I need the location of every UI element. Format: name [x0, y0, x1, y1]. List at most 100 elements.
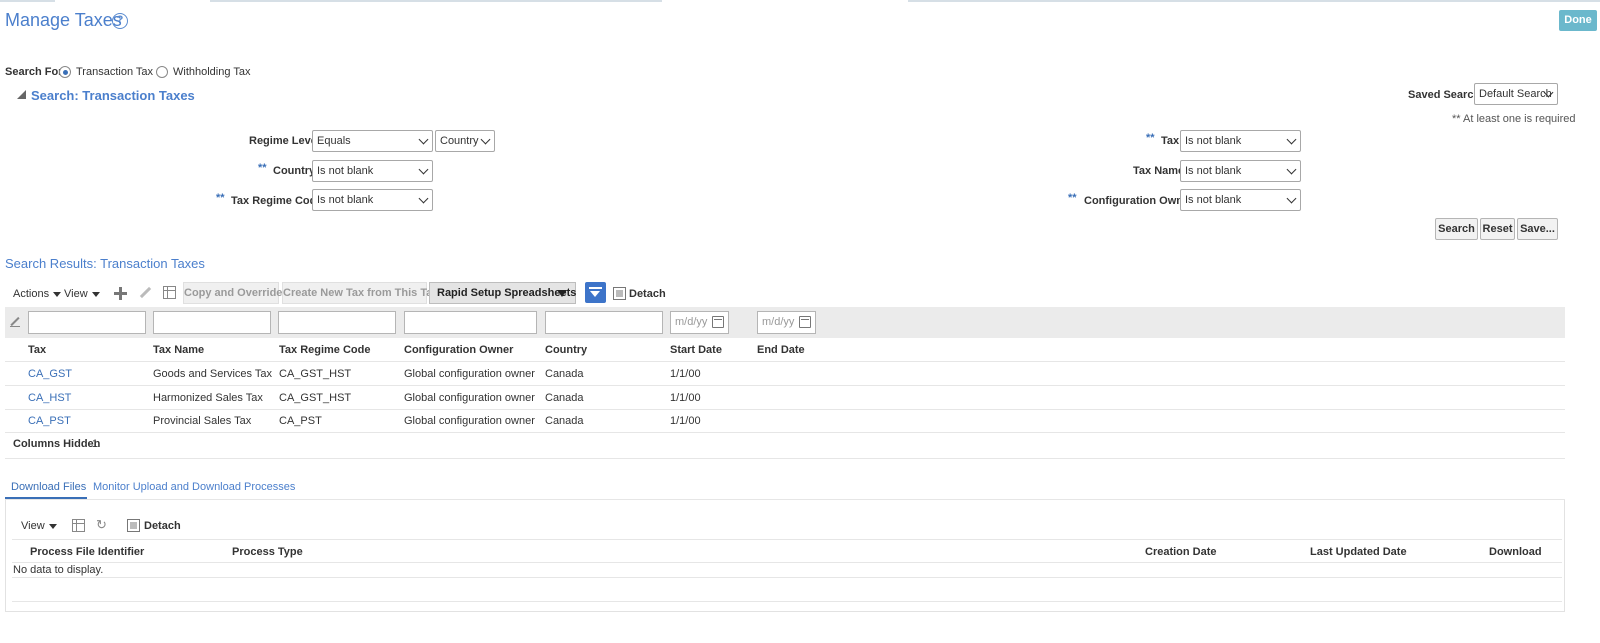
table-cell: CA_PST — [279, 415, 322, 427]
tab-monitor-processes[interactable]: Monitor Upload and Download Processes — [93, 481, 295, 493]
table-cell: CA_GST_HST — [279, 368, 352, 380]
withholding-tax-radio[interactable] — [156, 66, 168, 78]
freeze-columns-icon[interactable] — [163, 286, 176, 299]
column-header-start-date[interactable]: Start Date — [670, 344, 722, 356]
view-menu[interactable]: View — [64, 288, 100, 300]
row-divider — [5, 409, 1565, 410]
table-cell: Goods and Services Tax — [153, 368, 273, 380]
page-title: Manage Taxes — [5, 10, 122, 30]
help-icon[interactable]: ? — [112, 13, 128, 29]
start-date-filter-input[interactable]: m/d/yy — [670, 311, 729, 334]
query-by-example-icon[interactable] — [585, 282, 606, 303]
refresh-icon[interactable]: ↻ — [96, 517, 107, 533]
row-divider — [12, 601, 1562, 602]
table-cell: 1/1/00 — [670, 368, 701, 380]
files-detach-button[interactable]: Detach — [144, 520, 181, 532]
tax-link-ca-hst[interactable]: CA_HST — [28, 392, 71, 404]
toolbar-divider — [12, 539, 1562, 540]
table-cell: CA_GST_HST — [279, 392, 352, 404]
tax-name-operator-select[interactable]: Is not blank — [1180, 160, 1301, 182]
table-cell: Global configuration owner — [404, 392, 535, 404]
country-filter-input[interactable] — [545, 311, 663, 334]
saved-search-select[interactable]: Default Search — [1474, 83, 1558, 105]
country-label: Country — [273, 165, 316, 177]
edit-pencil-icon[interactable] — [138, 286, 152, 300]
files-view-menu[interactable]: View — [21, 520, 57, 532]
tax-name-operator-value: Is not blank — [1185, 165, 1242, 177]
configuration-owner-label: Configuration Owner — [1084, 195, 1194, 207]
view-label: View — [64, 288, 88, 300]
column-header-country[interactable]: Country — [545, 344, 587, 356]
tab-download-files[interactable]: Download Files — [11, 481, 86, 493]
tax-link-ca-pst[interactable]: CA_PST — [28, 415, 71, 427]
regime-level-operator-select[interactable]: Equals — [312, 130, 433, 152]
tax-name-filter-input[interactable] — [153, 311, 271, 334]
column-header-last-updated-date[interactable]: Last Updated Date — [1310, 546, 1407, 558]
required-marker: ** — [216, 192, 225, 204]
regime-level-value-select[interactable]: Country — [435, 130, 495, 152]
add-icon[interactable] — [114, 287, 127, 300]
tax-regime-code-filter-input[interactable] — [278, 311, 396, 334]
row-divider — [5, 361, 1565, 362]
tax-name-label: Tax Name — [1133, 165, 1185, 177]
empty-state-text: No data to display. — [13, 564, 104, 576]
regime-level-operator-value: Equals — [317, 135, 351, 147]
freeze-columns-icon[interactable] — [72, 519, 85, 532]
column-header-configuration-owner[interactable]: Configuration Owner — [404, 344, 513, 356]
tax-regime-code-operator-select[interactable]: Is not blank — [312, 189, 433, 211]
table-cell: Global configuration owner — [404, 368, 535, 380]
row-divider — [12, 577, 1562, 578]
top-strip — [0, 0, 55, 2]
end-date-placeholder: m/d/yy — [762, 316, 795, 328]
detach-button[interactable]: Detach — [629, 288, 666, 300]
copy-and-override-button[interactable]: Copy and Override — [183, 282, 282, 304]
regime-level-value: Country — [440, 135, 479, 147]
transaction-tax-label: Transaction Tax — [76, 66, 154, 78]
column-header-tax-regime-code[interactable]: Tax Regime Code — [279, 344, 371, 356]
column-header-tax-name[interactable]: Tax Name — [153, 344, 204, 356]
actions-label: Actions — [13, 288, 50, 300]
configuration-owner-filter-input[interactable] — [404, 311, 537, 334]
detach-icon[interactable] — [613, 287, 626, 300]
collapse-triangle-icon[interactable] — [17, 90, 26, 99]
search-button[interactable]: Search — [1435, 218, 1478, 240]
done-button[interactable]: Done — [1559, 10, 1597, 31]
row-divider — [12, 562, 1562, 563]
files-view-label: View — [21, 520, 45, 532]
reset-button[interactable]: Reset — [1480, 218, 1515, 240]
required-marker: ** — [258, 162, 267, 174]
search-section-title: Search: Transaction Taxes — [31, 88, 195, 103]
end-date-filter-input[interactable]: m/d/yy — [757, 311, 816, 334]
tax-regime-code-label: Tax Regime Code — [231, 195, 323, 207]
column-header-end-date[interactable]: End Date — [757, 344, 805, 356]
configuration-owner-operator-select[interactable]: Is not blank — [1180, 189, 1301, 211]
column-header-creation-date[interactable]: Creation Date — [1145, 546, 1217, 558]
actions-menu[interactable]: Actions — [13, 288, 62, 300]
triangle-down-icon — [557, 290, 567, 297]
columns-hidden-count: 1 — [92, 438, 99, 450]
column-header-tax[interactable]: Tax — [28, 344, 46, 356]
tax-regime-code-operator-value: Is not blank — [317, 194, 374, 206]
tax-link-ca-gst[interactable]: CA_GST — [28, 368, 72, 380]
rapid-setup-spreadsheets-button[interactable]: Rapid Setup Spreadsheets — [429, 282, 576, 304]
transaction-tax-radio[interactable] — [59, 66, 71, 78]
tax-filter-input[interactable] — [28, 311, 146, 334]
rapid-setup-label: Rapid Setup Spreadsheets — [437, 287, 577, 299]
section-divider — [5, 458, 1565, 459]
column-header-process-type[interactable]: Process Type — [232, 546, 303, 558]
detach-icon[interactable] — [127, 519, 140, 532]
top-strip — [908, 0, 1600, 2]
table-cell: Canada — [545, 392, 584, 404]
saved-search-value: Default Search — [1479, 88, 1552, 100]
create-new-tax-button[interactable]: Create New Tax from This Tax — [282, 282, 438, 304]
required-marker: ** — [1068, 192, 1077, 204]
table-cell: 1/1/00 — [670, 392, 701, 404]
calendar-icon[interactable] — [712, 316, 724, 328]
country-operator-select[interactable]: Is not blank — [312, 160, 433, 182]
calendar-icon[interactable] — [799, 316, 811, 328]
save-search-button[interactable]: Save... — [1517, 218, 1558, 240]
clear-filter-icon[interactable] — [10, 316, 20, 327]
tax-operator-select[interactable]: Is not blank — [1180, 130, 1301, 152]
column-header-process-file-identifier[interactable]: Process File Identifier — [30, 546, 144, 558]
column-header-download[interactable]: Download — [1489, 546, 1542, 558]
